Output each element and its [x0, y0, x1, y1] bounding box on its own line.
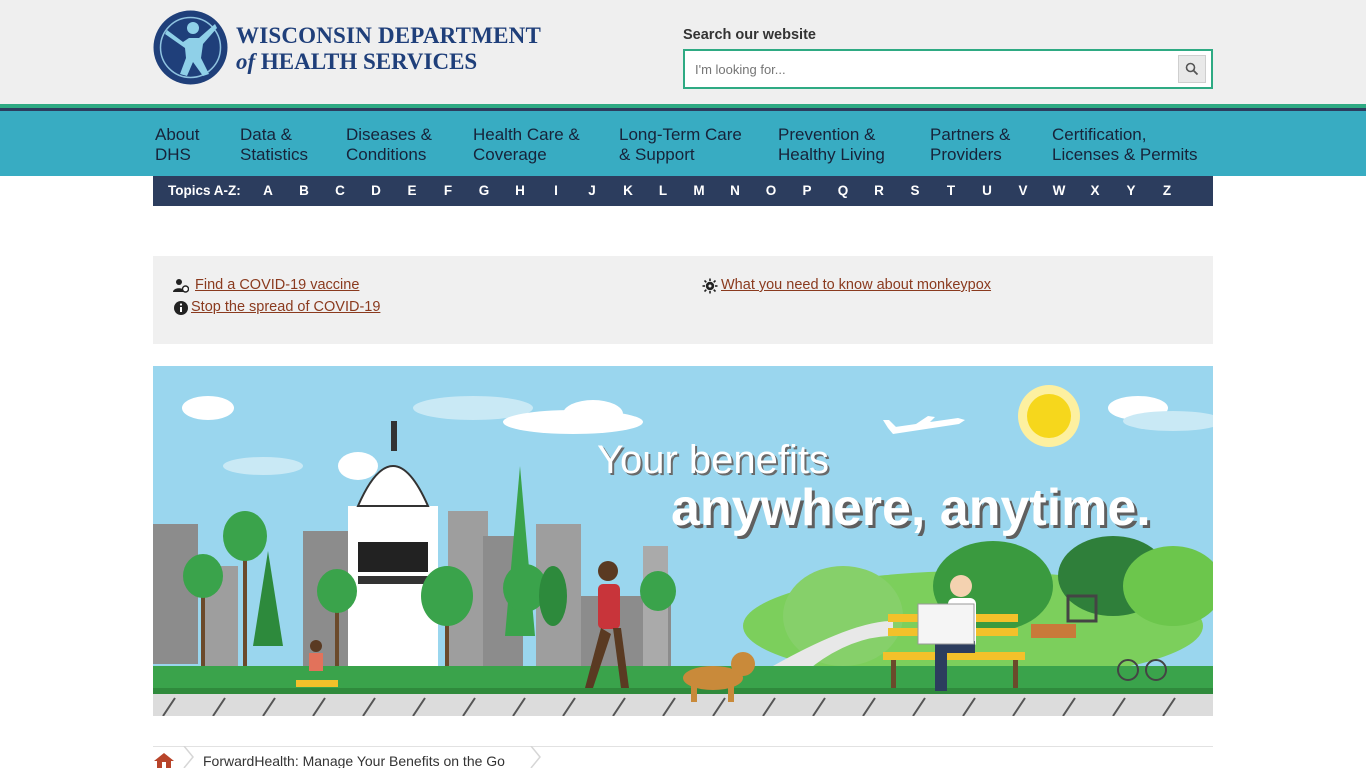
az-letter-a[interactable]: A — [258, 183, 278, 198]
search-box — [683, 49, 1213, 89]
logo-line-2-text: HEALTH SERVICES — [260, 49, 478, 74]
az-letter-s[interactable]: S — [905, 183, 925, 198]
logo-line-1: WISCONSIN DEPARTMENT — [236, 23, 541, 48]
logo-of: of — [236, 49, 256, 74]
nav-line2: Healthy Living — [778, 145, 885, 164]
info-circle-icon — [174, 301, 188, 315]
nav-line1: Diseases & — [346, 125, 432, 144]
virus-icon — [702, 278, 718, 294]
az-letter-v[interactable]: V — [1013, 183, 1033, 198]
az-letter-c[interactable]: C — [330, 183, 350, 198]
nav-data-statistics[interactable]: Data & Statistics — [240, 125, 308, 165]
az-letter-h[interactable]: H — [510, 183, 530, 198]
az-letter-k[interactable]: K — [618, 183, 638, 198]
hero-illustration — [153, 366, 1213, 716]
nav-line2: & Support — [619, 145, 695, 164]
nav-line1: Certification, — [1052, 125, 1147, 144]
nav-about-dhs[interactable]: About DHS — [155, 125, 199, 165]
vaccine-link[interactable]: Find a COVID-19 vaccine — [195, 277, 359, 293]
dhs-logo-icon[interactable] — [153, 10, 228, 85]
chevron-right-icon — [183, 746, 194, 768]
nav-line1: Prevention & — [778, 125, 876, 144]
az-letter-o[interactable]: O — [761, 183, 781, 198]
nav-prevention-healthy-living[interactable]: Prevention & Healthy Living — [778, 125, 885, 165]
search-icon — [1185, 62, 1199, 76]
az-letter-g[interactable]: G — [474, 183, 494, 198]
nav-long-term-care[interactable]: Long-Term Care & Support — [619, 125, 742, 165]
chevron-right-icon — [530, 746, 541, 768]
az-letter-n[interactable]: N — [725, 183, 745, 198]
breadcrumb-divider — [153, 746, 1213, 747]
az-letter-f[interactable]: F — [438, 183, 458, 198]
hero-title-line2: anywhere, anytime. — [671, 479, 1151, 537]
main-navigation: About DHS Data & Statistics Diseases & C… — [0, 111, 1366, 176]
az-letter-u[interactable]: U — [977, 183, 997, 198]
nav-line2: Conditions — [346, 145, 427, 164]
logo-line-2: of HEALTH SERVICES — [236, 49, 541, 75]
nav-line1: About — [155, 125, 200, 144]
az-letter-j[interactable]: J — [582, 183, 602, 198]
site-title[interactable]: WISCONSIN DEPARTMENT of HEALTH SERVICES — [236, 23, 541, 75]
topics-az-label: Topics A-Z: — [168, 183, 241, 198]
topics-az-bar: Topics A-Z: A B C D E F G H I J K L M N … — [153, 176, 1213, 206]
breadcrumb-current: ForwardHealth: Manage Your Benefits on t… — [203, 753, 505, 768]
nav-line1: Partners & — [930, 125, 1011, 144]
nav-health-care-coverage[interactable]: Health Care & Coverage — [473, 125, 580, 165]
alert-box: Find a COVID-19 vaccine Stop the spread … — [153, 256, 1213, 344]
az-letter-x[interactable]: X — [1085, 183, 1105, 198]
az-letter-p[interactable]: P — [797, 183, 817, 198]
az-letter-l[interactable]: L — [653, 183, 673, 198]
nav-line2: Providers — [930, 145, 1002, 164]
az-letter-d[interactable]: D — [366, 183, 386, 198]
az-letter-z[interactable]: Z — [1157, 183, 1177, 198]
nav-diseases-conditions[interactable]: Diseases & Conditions — [346, 125, 432, 165]
search-input[interactable] — [695, 58, 1165, 80]
covid-spread-link[interactable]: Stop the spread of COVID-19 — [191, 299, 380, 315]
az-letter-y[interactable]: Y — [1121, 183, 1141, 198]
home-icon[interactable] — [153, 752, 175, 768]
nav-line1: Long-Term Care — [619, 125, 742, 144]
monkeypox-link[interactable]: What you need to know about monkeypox — [721, 277, 991, 293]
nav-partners-providers[interactable]: Partners & Providers — [930, 125, 1010, 165]
nav-line1: Data & — [240, 125, 292, 144]
person-shield-icon — [173, 279, 189, 293]
az-letter-t[interactable]: T — [941, 183, 961, 198]
az-letter-w[interactable]: W — [1049, 183, 1069, 198]
search-label: Search our website — [683, 27, 816, 43]
az-letter-i[interactable]: I — [546, 183, 566, 198]
nav-line2: Statistics — [240, 145, 309, 164]
nav-line2: Coverage — [473, 145, 547, 164]
nav-certification-licenses[interactable]: Certification, Licenses & Permits — [1052, 125, 1198, 165]
hero-title-line1: Your benefits — [597, 438, 830, 482]
az-letter-b[interactable]: B — [294, 183, 314, 198]
search-button[interactable] — [1178, 55, 1206, 83]
az-letter-e[interactable]: E — [402, 183, 422, 198]
nav-line1: Health Care & — [473, 125, 580, 144]
az-letter-r[interactable]: R — [869, 183, 889, 198]
site-header: WISCONSIN DEPARTMENT of HEALTH SERVICES … — [0, 0, 1366, 104]
nav-line2: Licenses & Permits — [1052, 145, 1198, 164]
hero-banner[interactable]: Your benefits anywhere, anytime. — [153, 366, 1213, 716]
az-letter-q[interactable]: Q — [833, 183, 853, 198]
nav-line2: DHS — [155, 145, 191, 164]
az-letter-m[interactable]: M — [689, 183, 709, 198]
